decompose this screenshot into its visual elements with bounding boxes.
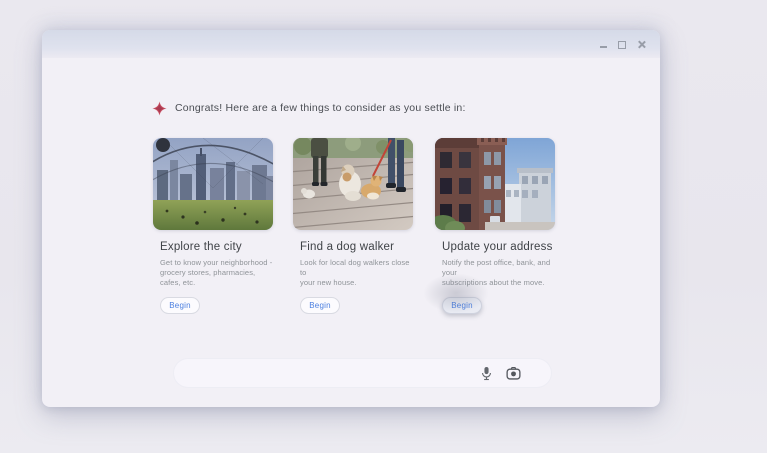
suggestion-card-explore-city: Explore the city Get to know your neighb…: [153, 138, 275, 314]
card-title: Explore the city: [160, 241, 242, 253]
card-description: Look for local dog walkers close to your…: [300, 258, 410, 287]
hover-halo: [423, 273, 489, 313]
app-window: Congrats! Here are a few things to consi…: [42, 30, 660, 407]
begin-button-explore-city[interactable]: Begin: [160, 297, 200, 314]
brick-apartment-building-photo[interactable]: [435, 138, 555, 230]
card-title: Update your address: [442, 241, 553, 253]
greeting-header: Congrats! Here are a few things to consi…: [152, 100, 466, 116]
begin-button-dog-walker[interactable]: Begin: [300, 297, 340, 314]
minimize-button[interactable]: [598, 39, 608, 49]
close-icon: [637, 40, 646, 49]
maximize-icon: [618, 41, 626, 49]
card-description: Get to know your neighborhood - grocery …: [160, 258, 273, 287]
maximize-button[interactable]: [617, 39, 627, 49]
minimize-icon: [599, 46, 607, 48]
dogs-on-boardwalk-photo[interactable]: [293, 138, 413, 230]
card-title: Find a dog walker: [300, 241, 395, 253]
camera-icon[interactable]: [506, 366, 521, 381]
window-controls: [598, 30, 646, 58]
assistant-spark-icon: [152, 100, 167, 116]
city-skyline-park-photo[interactable]: [153, 138, 273, 230]
greeting-text: Congrats! Here are a few things to consi…: [175, 102, 466, 114]
microphone-icon[interactable]: [479, 366, 494, 381]
desktop-background: Congrats! Here are a few things to consi…: [0, 0, 767, 453]
assistant-input-bar[interactable]: [173, 358, 552, 388]
window-titlebar: [42, 30, 660, 58]
suggestion-card-dog-walker: Find a dog walker Look for local dog wal…: [293, 138, 415, 314]
close-button[interactable]: [636, 39, 646, 49]
